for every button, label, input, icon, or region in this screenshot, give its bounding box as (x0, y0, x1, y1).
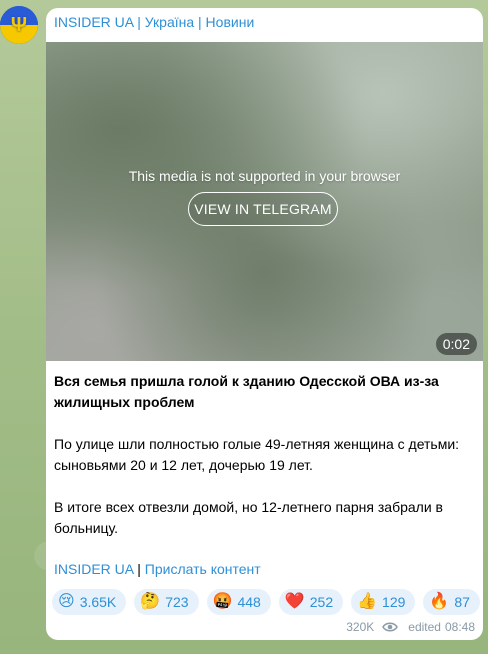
message-meta: 320K edited 08:48 (346, 620, 475, 634)
reaction-count: 3.65K (79, 594, 117, 610)
reactions-bar: 😢 3.65K 🤔 723 🤬 448 ❤️ 252 👍 129 🔥 87 (52, 589, 480, 615)
view-in-telegram-button[interactable]: VIEW IN TELEGRAM (188, 192, 338, 226)
reaction-heart[interactable]: ❤️ 252 (278, 589, 344, 615)
thinking-emoji-icon: 🤔 (140, 593, 161, 610)
reaction-cursing[interactable]: 🤬 448 (206, 589, 271, 615)
post-paragraph: По улице шли полностью голые 49-летняя ж… (54, 436, 460, 473)
unsupported-media-message: This media is not supported in your brow… (128, 168, 401, 184)
channel-avatar[interactable]: Ψ (0, 6, 38, 44)
crying-emoji-icon: 😢 (58, 593, 75, 610)
reaction-crying[interactable]: 😢 3.65K (52, 589, 127, 615)
submit-content-link[interactable]: Прислать контент (145, 561, 261, 577)
eye-icon (382, 622, 399, 632)
post-paragraph: В итоге всех отвезли домой, но 12-летнег… (54, 499, 443, 536)
cursing-emoji-icon: 🤬 (212, 593, 233, 610)
reaction-fire[interactable]: 🔥 87 (423, 589, 480, 615)
post-text: Вся семья пришла голой к зданию Одесской… (54, 371, 474, 560)
message-time: 08:48 (444, 620, 475, 634)
fire-emoji-icon: 🔥 (429, 593, 450, 610)
message-bubble: INSIDER UA | Україна | Новини This media… (46, 8, 483, 640)
reaction-count: 723 (165, 594, 189, 610)
reaction-count: 448 (237, 594, 261, 610)
heart-emoji-icon: ❤️ (284, 593, 305, 610)
channel-link[interactable]: INSIDER UA (54, 561, 133, 577)
reaction-thinking[interactable]: 🤔 723 (134, 589, 199, 615)
video-duration: 0:02 (435, 333, 477, 355)
channel-name[interactable]: INSIDER UA | Україна | Новини (54, 14, 254, 30)
video-media[interactable]: This media is not supported in your brow… (46, 42, 483, 361)
trident-icon: Ψ (10, 13, 28, 36)
edited-label: edited (408, 620, 441, 634)
view-count: 320K (346, 620, 375, 634)
reaction-count: 129 (382, 594, 406, 610)
post-links: INSIDER UA | Прислать контент (54, 561, 261, 577)
thumbs-up-emoji-icon: 👍 (357, 593, 378, 610)
reaction-thumbs-up[interactable]: 👍 129 (351, 589, 416, 615)
post-headline: Вся семья пришла голой к зданию Одесской… (54, 373, 439, 410)
link-separator: | (137, 561, 141, 577)
reaction-count: 87 (454, 594, 470, 610)
reaction-count: 252 (309, 594, 334, 610)
